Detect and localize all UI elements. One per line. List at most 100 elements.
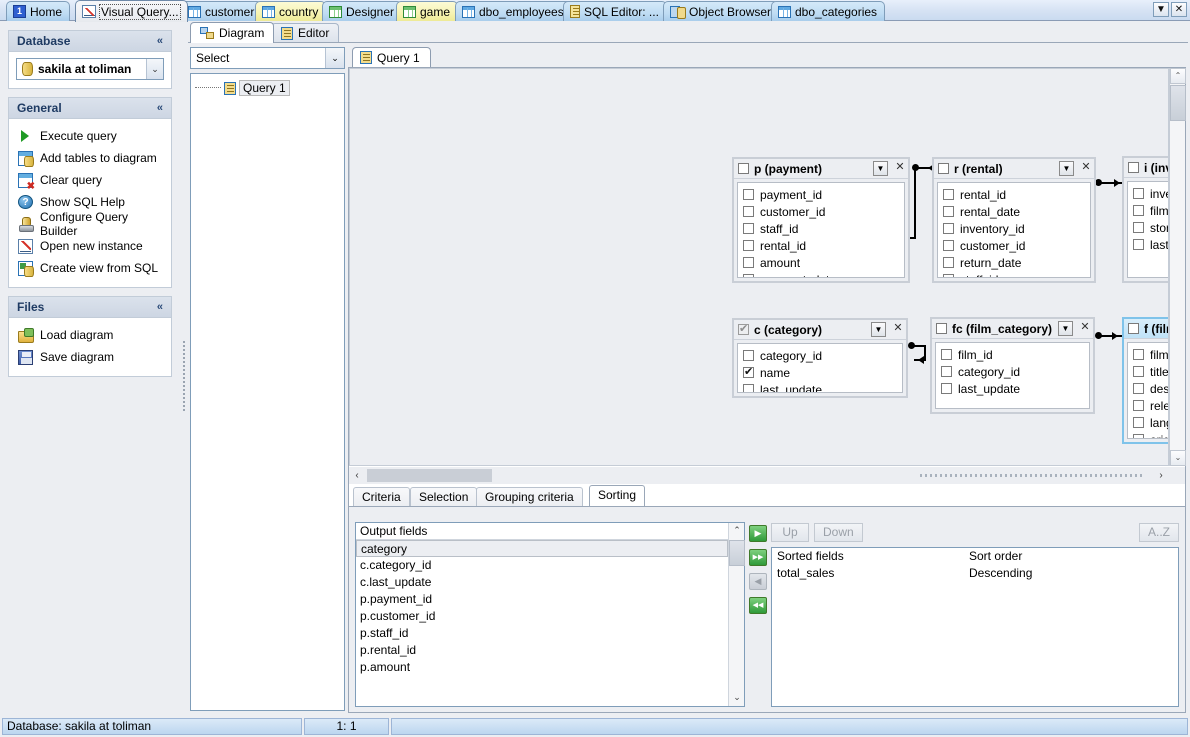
field-row[interactable]: store_id [1128, 219, 1169, 236]
field-checkbox[interactable] [1133, 383, 1144, 394]
tab-home[interactable]: 1 Home [6, 1, 70, 21]
tab-diagram[interactable]: Diagram [190, 22, 274, 43]
action-configure-query-builder[interactable]: Configure Query Builder [16, 213, 164, 235]
list-item[interactable]: p.rental_id [356, 642, 744, 659]
collapse-chevron-icon[interactable]: « [157, 35, 163, 47]
field-checkbox[interactable] [943, 206, 954, 217]
canvas-vertical-scrollbar[interactable]: ⌃ ⌄ [1169, 68, 1185, 466]
list-item[interactable]: p.staff_id [356, 625, 744, 642]
field-checkbox[interactable] [943, 189, 954, 200]
table-header[interactable]: fc (film_category) ▼ ✕ [932, 319, 1093, 339]
field-row[interactable]: release_year [1128, 397, 1169, 414]
field-checkbox[interactable] [941, 366, 952, 377]
field-row[interactable]: category_id [738, 347, 902, 364]
collapse-chevron-icon[interactable]: « [157, 301, 163, 313]
field-row[interactable]: payment_id [738, 186, 904, 203]
action-create-view-from-sql[interactable]: Create view from SQL [16, 257, 164, 279]
table-select-all-checkbox[interactable] [738, 324, 749, 335]
database-panel-header[interactable]: Database « [9, 31, 171, 52]
canvas-horizontal-scrollbar[interactable]: ‹ › [349, 467, 1185, 484]
field-row[interactable]: original_language_id [1128, 431, 1169, 439]
table-menu-icon[interactable]: ▼ [1058, 321, 1073, 336]
field-row[interactable]: inventory_id [1128, 185, 1169, 202]
scroll-left-icon[interactable]: ‹ [349, 468, 365, 484]
field-checkbox[interactable] [743, 223, 754, 234]
field-row[interactable]: language_id [1128, 414, 1169, 431]
field-checkbox[interactable] [1133, 417, 1144, 428]
field-checkbox[interactable] [1133, 434, 1144, 439]
scroll-up-icon[interactable]: ⌃ [1170, 68, 1186, 84]
table-select-all-checkbox[interactable] [936, 323, 947, 334]
field-row[interactable]: amount [738, 254, 904, 271]
field-row[interactable]: film_id [1128, 346, 1169, 363]
remove-all-button[interactable]: ◀◀ [749, 597, 767, 614]
table-close-icon[interactable]: ✕ [893, 161, 907, 176]
table-select-all-checkbox[interactable] [938, 163, 949, 174]
action-clear-query[interactable]: Clear query [16, 169, 164, 191]
field-row[interactable]: return_date [938, 254, 1090, 271]
list-item[interactable]: p.amount [356, 659, 744, 676]
tab-designer[interactable]: Designer [322, 1, 402, 21]
tab-query-1[interactable]: Query 1 [352, 47, 431, 67]
add-all-button[interactable]: ▶▶ [749, 549, 767, 566]
field-checkbox[interactable] [743, 274, 754, 278]
table-row[interactable]: total_sales Descending [772, 565, 1178, 582]
tab-object-browser[interactable]: Object Browser [663, 1, 779, 21]
scroll-up-icon[interactable]: ⌃ [729, 523, 745, 539]
field-checkbox[interactable] [943, 240, 954, 251]
field-checkbox[interactable] [1133, 188, 1144, 199]
field-checkbox[interactable] [1133, 400, 1144, 411]
sidebar-splitter[interactable] [180, 22, 188, 715]
action-open-new-instance[interactable]: Open new instance [16, 235, 164, 257]
tab-grouping-criteria[interactable]: Grouping criteria [476, 487, 583, 506]
tab-game[interactable]: game [396, 1, 458, 21]
list-item[interactable]: p.customer_id [356, 608, 744, 625]
field-checkbox[interactable] [1133, 205, 1144, 216]
chevron-down-icon[interactable]: ⌄ [325, 48, 344, 68]
field-checkbox[interactable] [943, 257, 954, 268]
table-box-inventory[interactable]: i (inventory) ▼ ✕ inventory_id film_id s… [1122, 156, 1169, 283]
table-box-film-category[interactable]: fc (film_category) ▼ ✕ film_id category_… [930, 317, 1095, 414]
table-header[interactable]: r (rental) ▼ ✕ [934, 159, 1094, 179]
scroll-right-icon[interactable]: › [1153, 468, 1169, 484]
list-item[interactable]: c.category_id [356, 557, 744, 574]
statement-type-select[interactable]: Select ⌄ [190, 47, 345, 69]
field-row[interactable]: rental_id [938, 186, 1090, 203]
tab-dbo-employees[interactable]: dbo_employees [455, 1, 572, 21]
scroll-down-icon[interactable]: ⌄ [729, 690, 745, 706]
table-header[interactable]: i (inventory) ▼ ✕ [1124, 158, 1169, 178]
tab-list-dropdown-icon[interactable]: ▼ [1153, 2, 1169, 17]
table-select-all-checkbox[interactable] [1128, 323, 1139, 334]
field-row[interactable]: rental_date [938, 203, 1090, 220]
database-select[interactable]: sakila at toliman ⌄ [16, 58, 164, 80]
list-item[interactable]: c.last_update [356, 574, 744, 591]
close-icon[interactable]: ✕ [1171, 2, 1187, 17]
field-checkbox[interactable] [743, 350, 754, 361]
field-checkbox[interactable] [943, 223, 954, 234]
table-header[interactable]: p (payment) ▼ ✕ [734, 159, 908, 179]
sorted-fields-list[interactable]: Sorted fields Sort order total_sales Des… [771, 547, 1179, 707]
field-row[interactable]: staff_id [938, 271, 1090, 278]
action-execute-query[interactable]: Execute query [16, 125, 164, 147]
field-checkbox[interactable] [1133, 239, 1144, 250]
field-checkbox[interactable] [941, 383, 952, 394]
field-row[interactable]: rental_id [738, 237, 904, 254]
field-checkbox[interactable] [1133, 222, 1144, 233]
tab-editor[interactable]: Editor [271, 23, 339, 42]
add-one-button[interactable]: ▶ [749, 525, 767, 542]
field-row[interactable]: category_id [936, 363, 1089, 380]
field-row[interactable]: last_update [936, 380, 1089, 397]
table-select-all-checkbox[interactable] [1128, 162, 1139, 173]
table-close-icon[interactable]: ✕ [1079, 161, 1093, 176]
field-checkbox[interactable] [1133, 366, 1144, 377]
tab-criteria[interactable]: Criteria [353, 487, 410, 506]
table-header[interactable]: f (film) ▼ ✕ [1124, 319, 1169, 339]
table-box-payment[interactable]: p (payment) ▼ ✕ payment_id customer_id s… [732, 157, 910, 283]
general-panel-header[interactable]: General « [9, 98, 171, 119]
field-checkbox[interactable] [743, 257, 754, 268]
tab-country[interactable]: country [255, 1, 326, 21]
list-item[interactable]: p.payment_id [356, 591, 744, 608]
scrollbar-thumb[interactable] [1170, 85, 1186, 121]
tab-visual-query[interactable]: Visual Query... [75, 0, 188, 22]
table-menu-icon[interactable]: ▼ [871, 322, 886, 337]
